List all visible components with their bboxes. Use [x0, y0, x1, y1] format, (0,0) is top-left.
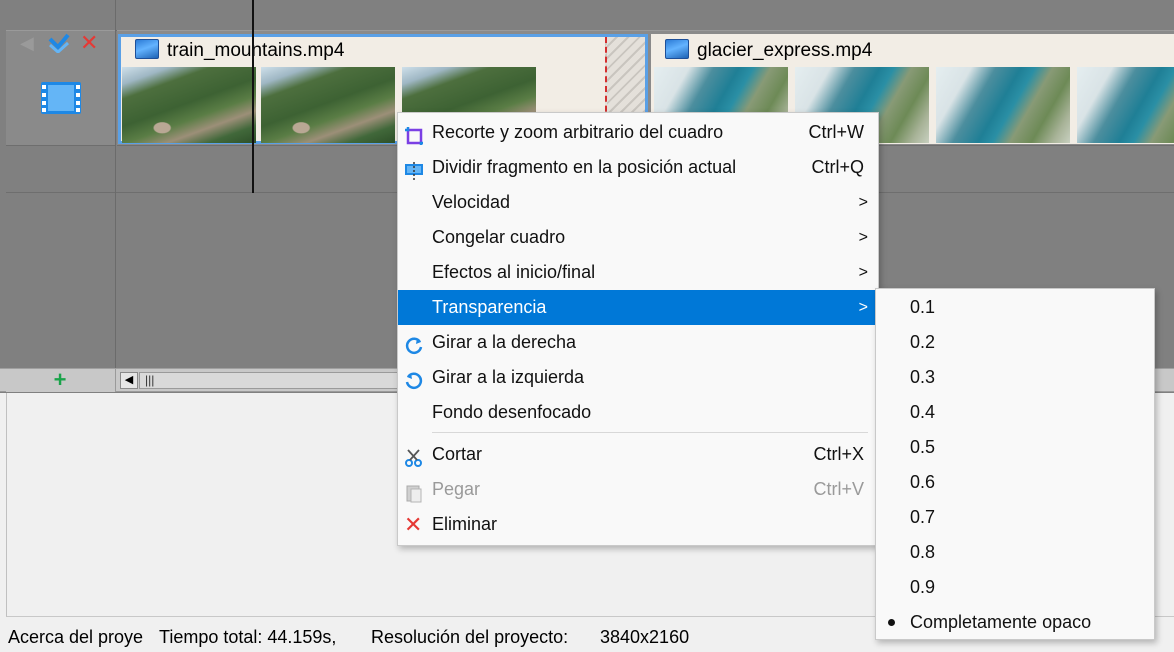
opacity-option[interactable]: 0.2 — [876, 325, 1154, 360]
menu-separator — [432, 432, 868, 433]
divider — [115, 0, 116, 368]
opacity-option[interactable]: 0.5 — [876, 430, 1154, 465]
option-label: 0.8 — [910, 542, 936, 562]
clip-thumbnail — [936, 67, 1070, 143]
menu-item-blur-background[interactable]: Fondo desenfocado — [398, 395, 878, 430]
menu-item-cut[interactable]: Cortar Ctrl+X — [398, 437, 878, 472]
menu-item-split[interactable]: Dividir fragmento en la posición actual … — [398, 150, 878, 185]
scroll-thumb[interactable]: ||| — [139, 372, 399, 389]
menu-item-label: Girar a la izquierda — [432, 367, 585, 387]
menu-item-label: Cortar — [432, 444, 483, 464]
rotate-right-icon — [404, 333, 424, 354]
chevron-right-icon: > — [858, 194, 868, 211]
menu-item-transparency[interactable]: Transparencia > — [398, 290, 878, 325]
video-file-icon — [665, 39, 689, 59]
menu-item-delete[interactable]: ✕ Eliminar — [398, 507, 878, 542]
option-label: 0.2 — [910, 332, 936, 352]
split-icon — [404, 158, 424, 180]
menu-item-crop-zoom[interactable]: Recorte y zoom arbitrario del cuadro Ctr… — [398, 115, 878, 150]
chevron-right-icon: > — [858, 229, 868, 246]
opacity-option[interactable]: 0.3 — [876, 360, 1154, 395]
menu-item-freeze-frame[interactable]: Congelar cuadro > — [398, 220, 878, 255]
selected-radio-dot — [888, 619, 895, 626]
film-icon — [40, 81, 82, 120]
about-link[interactable]: Acerca del proye — [8, 622, 156, 652]
opacity-option-fully-opaque[interactable]: Completamente opaco — [876, 605, 1154, 640]
resolution-value: 3840x2160 — [600, 627, 690, 647]
opacity-option[interactable]: 0.6 — [876, 465, 1154, 500]
option-label: 0.4 — [910, 402, 936, 422]
menu-item-label: Transparencia — [432, 297, 547, 317]
resolution-label: Resolución del proyecto: — [371, 627, 569, 647]
option-label: 0.1 — [910, 297, 936, 317]
menu-item-paste[interactable]: Pegar Ctrl+V — [398, 472, 878, 507]
shortcut-label: Ctrl+W — [808, 122, 865, 142]
delete-icon[interactable]: ✕ — [80, 32, 98, 54]
menu-item-label: Eliminar — [432, 514, 498, 534]
scissors-icon — [404, 445, 424, 467]
chevron-right-icon: > — [858, 264, 868, 281]
shortcut-label: Ctrl+Q — [811, 157, 864, 177]
check-icon[interactable] — [48, 33, 70, 58]
menu-item-label: Fondo desenfocado — [432, 402, 592, 422]
transparency-submenu: 0.1 0.2 0.3 0.4 0.5 0.6 0.7 0.8 0.9 Comp… — [875, 288, 1155, 640]
opacity-option[interactable]: 0.7 — [876, 500, 1154, 535]
clip-thumbnail — [122, 67, 256, 143]
total-time: Tiempo total: 44.159s, — [159, 627, 337, 647]
plus-icon[interactable]: + — [50, 369, 70, 391]
shortcut-label: Ctrl+X — [813, 444, 864, 464]
option-label: Completamente opaco — [910, 612, 1092, 632]
menu-item-rotate-right[interactable]: Girar a la derecha — [398, 325, 878, 360]
opacity-option[interactable]: 0.9 — [876, 570, 1154, 605]
video-file-icon — [135, 39, 159, 59]
menu-item-rotate-left[interactable]: Girar a la izquierda — [398, 360, 878, 395]
paste-icon — [404, 480, 424, 503]
track-header-top — [6, 0, 116, 30]
delete-icon: ✕ — [404, 512, 423, 537]
shortcut-label: Ctrl+V — [813, 479, 864, 499]
crop-icon — [404, 123, 424, 145]
opacity-option[interactable]: 0.8 — [876, 535, 1154, 570]
video-track-header: ◀ ✕ — [6, 30, 116, 146]
clip-thumbnail — [261, 67, 395, 143]
option-label: 0.6 — [910, 472, 936, 492]
playhead[interactable] — [252, 0, 254, 193]
option-label: 0.5 — [910, 437, 936, 457]
scroll-left-button[interactable]: ◀ — [120, 372, 138, 389]
opacity-option[interactable]: 0.1 — [876, 290, 1154, 325]
menu-item-speed[interactable]: Velocidad > — [398, 185, 878, 220]
rotate-left-icon — [404, 368, 424, 389]
menu-item-label: Girar a la derecha — [432, 332, 577, 352]
mute-icon[interactable]: ◀ — [20, 33, 34, 53]
chevron-right-icon: > — [858, 299, 868, 316]
menu-item-label: Efectos al inicio/final — [432, 262, 596, 282]
clip-name: train_mountains.mp4 — [167, 40, 345, 61]
clip-name: glacier_express.mp4 — [697, 40, 873, 61]
menu-item-label: Dividir fragmento en la posición actual — [432, 157, 737, 177]
menu-item-label: Velocidad — [432, 192, 511, 212]
clip-thumbnail — [1077, 67, 1174, 143]
menu-item-start-end-effects[interactable]: Efectos al inicio/final > — [398, 255, 878, 290]
option-label: 0.3 — [910, 367, 936, 387]
option-label: 0.9 — [910, 577, 936, 597]
opacity-option[interactable]: 0.4 — [876, 395, 1154, 430]
menu-item-label: Congelar cuadro — [432, 227, 566, 247]
menu-item-label: Pegar — [432, 479, 481, 499]
clip-title: train_mountains.mp4 — [121, 37, 645, 65]
context-menu: Recorte y zoom arbitrario del cuadro Ctr… — [397, 112, 879, 546]
option-label: 0.7 — [910, 507, 936, 527]
clip-title: glacier_express.mp4 — [651, 37, 1174, 65]
menu-item-label: Recorte y zoom arbitrario del cuadro — [432, 122, 724, 142]
